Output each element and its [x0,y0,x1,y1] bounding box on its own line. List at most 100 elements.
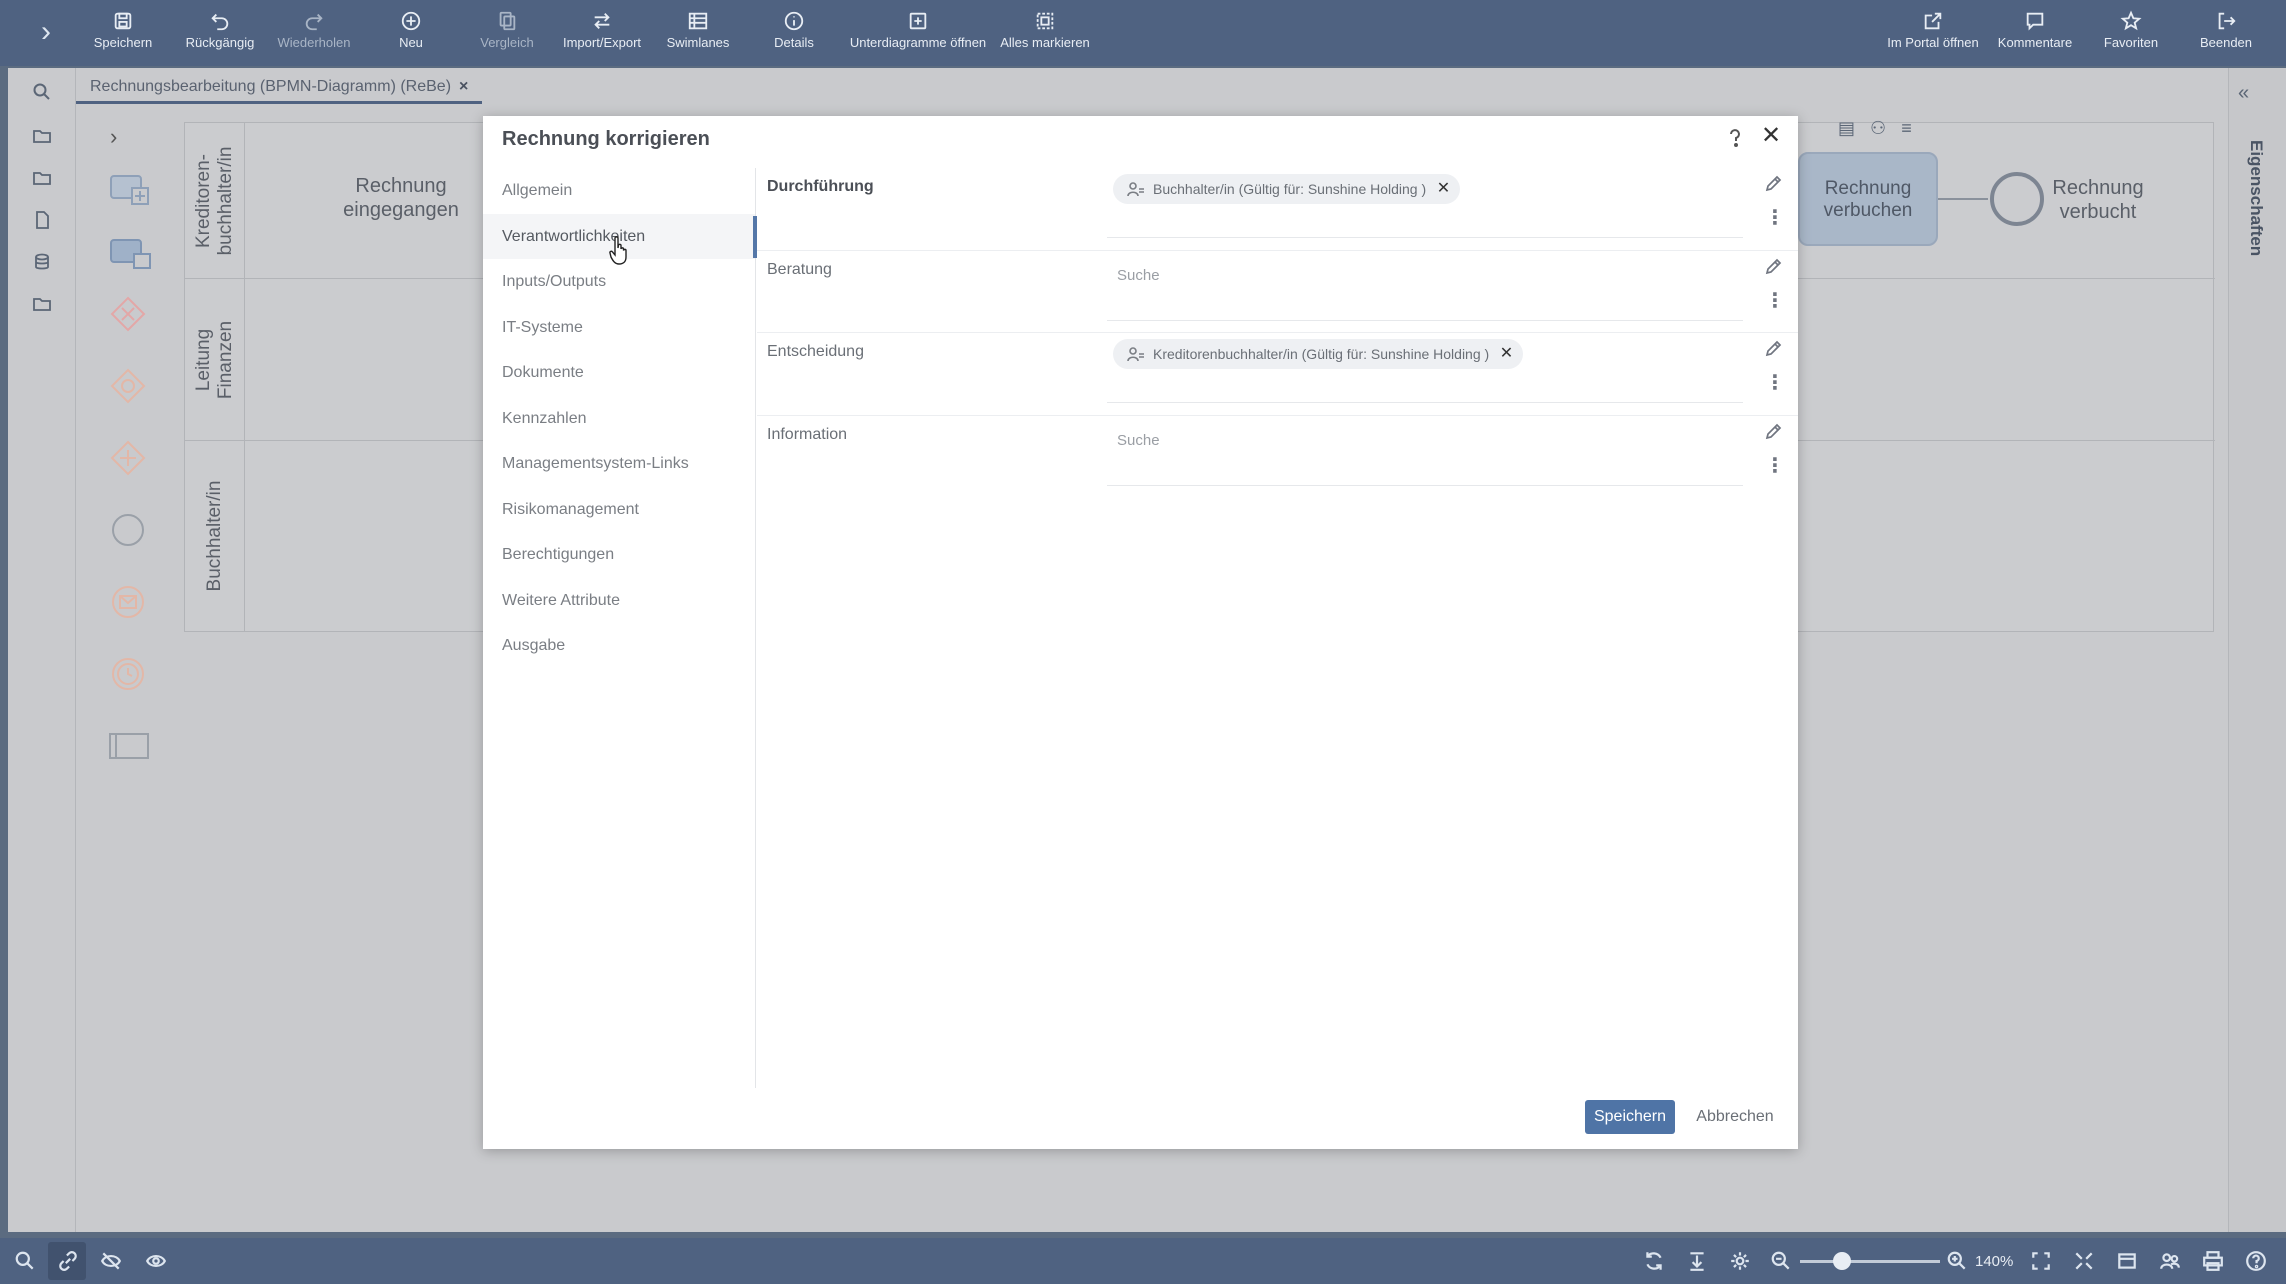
parallel-gateway-icon[interactable] [108,438,158,478]
select-all-icon [998,8,1092,34]
menu-item-weitere-attribute[interactable]: Weitere Attribute [483,578,755,624]
more-options-icon[interactable]: ⋮ [1765,291,1785,313]
print-icon[interactable] [2202,1250,2224,1272]
comment-icon [1994,8,2076,34]
top-toolbar: › Speichern Rückgängig Wiederholen Neu V… [0,0,2286,66]
expand-nav-icon[interactable]: › [30,16,62,48]
redo-button[interactable]: Wiederholen [272,8,356,60]
favorites-label: Favoriten [2103,35,2159,50]
end-event[interactable] [1990,172,2044,226]
diagram-tab[interactable]: Rechnungsbearbeitung (BPMN-Diagramm) (Re… [76,74,483,104]
task-rechnung-verbuchen[interactable]: Rechnung verbuchen [1798,152,1938,246]
annotation-shape-icon[interactable] [108,726,158,766]
close-icon[interactable]: ✕ [1759,124,1783,148]
message-event-icon[interactable] [108,582,158,622]
task-shape-icon[interactable] [108,234,158,274]
gateway-icon[interactable] [108,366,158,406]
assignee-chip[interactable]: Buchhalter/in (Gültig für: Sunshine Hold… [1113,174,1461,204]
exit-button[interactable]: Beenden [2196,8,2256,60]
event-circle-icon[interactable] [108,510,158,550]
pencil-icon[interactable] [1763,257,1783,277]
open-subdiagrams-button[interactable]: Unterdiagramme öffnen [844,8,992,60]
list-icon[interactable]: ≡ [1901,118,1912,138]
exclusive-gateway-icon[interactable] [108,294,158,334]
details-button[interactable]: Details [770,8,818,60]
save-toolbar-button[interactable]: Speichern [90,8,156,60]
settings-icon[interactable] [1729,1250,1751,1272]
search-icon[interactable] [14,1250,36,1272]
swimlanes-button[interactable]: Swimlanes [664,8,732,60]
remove-chip-icon[interactable]: ✕ [1437,174,1450,204]
help-icon[interactable] [1723,126,1747,150]
lane-label: Kreditoren- buchhalter/in [185,123,245,278]
sequence-flow[interactable] [1938,198,1988,200]
external-link-icon [1884,8,1982,34]
role-icon [1127,347,1144,362]
open-in-portal-button[interactable]: Im Portal öffnen [1884,8,1982,60]
align-bottom-icon[interactable] [1686,1250,1708,1272]
lane-name: Leitung Finanzen [192,320,236,399]
menu-item-managementsystem-links[interactable]: Managementsystem-Links [483,441,755,487]
cancel-button[interactable]: Abbrechen [1683,1100,1787,1134]
end-event-label[interactable]: Rechnung verbucht [2050,176,2146,224]
favorites-button[interactable]: Favoriten [2100,8,2162,60]
folder-icon[interactable] [32,294,52,314]
zoom-slider[interactable] [1800,1260,1940,1263]
fullscreen-icon[interactable] [2073,1250,2095,1272]
remove-chip-icon[interactable]: ✕ [1500,339,1513,369]
menu-item-allgemein[interactable]: Allgemein [483,168,755,214]
close-tab-icon[interactable]: × [459,78,468,95]
database-icon[interactable]: ▤ [1838,118,1855,138]
users-icon[interactable] [2159,1250,2181,1272]
zoom-in-icon[interactable] [1946,1250,1968,1272]
menu-item-ausgabe[interactable]: Ausgabe [483,623,755,669]
compare-button[interactable]: Vergleich [474,8,540,60]
search-field[interactable]: Suche [1107,257,1743,321]
search-field[interactable]: Suche [1107,422,1743,486]
folder-icon[interactable] [32,126,52,146]
more-options-icon[interactable]: ⋮ [1765,373,1785,395]
assignee-chip[interactable]: Kreditorenbuchhalter/in (Gültig für: Sun… [1113,339,1524,369]
hide-icon[interactable] [100,1250,122,1272]
document-icon[interactable] [32,210,52,230]
database-icon[interactable] [32,252,52,272]
more-options-icon[interactable]: ⋮ [1765,208,1785,230]
start-event-label[interactable]: Rechnung eingegangen [336,174,466,222]
refresh-icon[interactable] [1643,1250,1665,1272]
timer-event-icon[interactable] [108,654,158,694]
lane-label: Leitung Finanzen [185,279,245,440]
properties-panel-label[interactable]: Eigenschaften [2232,140,2266,270]
select-all-button[interactable]: Alles markieren [998,8,1092,60]
search-placeholder[interactable]: Suche [1117,432,1160,449]
zoom-slider-handle[interactable] [1833,1252,1851,1270]
add-pool-icon[interactable] [108,170,158,210]
link-icon[interactable] [57,1250,79,1272]
window-icon[interactable] [2116,1250,2138,1272]
users-icon[interactable]: ⚇ [1870,118,1886,138]
new-button[interactable]: Neu [390,8,432,60]
search-icon[interactable] [32,82,52,102]
chevron-right-icon[interactable]: › [110,124,117,150]
menu-item-risikomanagement[interactable]: Risikomanagement [483,487,755,533]
zoom-out-icon[interactable] [1770,1250,1792,1272]
undo-button[interactable]: Rückgängig [182,8,258,60]
help-icon[interactable] [2245,1250,2267,1272]
menu-item-kennzahlen[interactable]: Kennzahlen [483,396,755,442]
eye-icon[interactable] [145,1250,167,1272]
save-button[interactable]: Speichern [1585,1100,1675,1134]
menu-item-dokumente[interactable]: Dokumente [483,350,755,396]
assignee-field[interactable]: Buchhalter/in (Gültig für: Sunshine Hold… [1107,174,1743,238]
menu-item-it-systeme[interactable]: IT-Systeme [483,305,755,351]
folder-icon[interactable] [32,168,52,188]
comments-button[interactable]: Kommentare [1994,8,2076,60]
menu-item-berechtigungen[interactable]: Berechtigungen [483,532,755,578]
pencil-icon[interactable] [1763,339,1783,359]
fit-screen-icon[interactable] [2030,1250,2052,1272]
collapse-panel-icon[interactable]: « [2238,82,2249,105]
import-export-button[interactable]: Import/Export [558,8,646,60]
assignee-field[interactable]: Kreditorenbuchhalter/in (Gültig für: Sun… [1107,339,1743,403]
more-options-icon[interactable]: ⋮ [1765,456,1785,478]
search-placeholder[interactable]: Suche [1117,267,1160,284]
pencil-icon[interactable] [1763,422,1783,442]
pencil-icon[interactable] [1763,174,1783,194]
